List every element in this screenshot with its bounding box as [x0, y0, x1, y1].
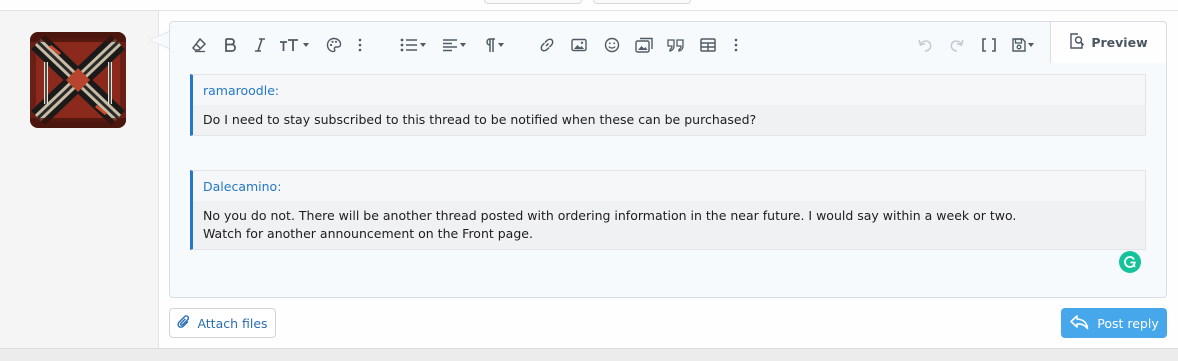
post-reply-label: Post reply — [1097, 315, 1159, 331]
quote-content: No you do not. There will be another thr… — [193, 201, 1145, 249]
bold-icon[interactable] — [220, 34, 240, 56]
drafts-icon[interactable] — [1008, 34, 1038, 56]
bb-code-toggle-icon[interactable] — [978, 34, 1000, 56]
media-icon[interactable] — [633, 34, 655, 56]
post-reply-button[interactable]: Post reply — [1061, 308, 1167, 338]
link-icon[interactable] — [536, 34, 558, 56]
redo-icon[interactable] — [946, 34, 968, 56]
quote-line: No you do not. There will be another thr… — [203, 208, 1017, 223]
table-icon[interactable] — [697, 34, 719, 56]
quote-block: ramaroodle: Do I need to stay subscribed… — [190, 74, 1146, 136]
smilie-icon[interactable] — [601, 34, 623, 56]
quote-line: Do I need to stay subscribed to this thr… — [203, 112, 757, 127]
editor-toolbar: Preview — [170, 21, 1167, 66]
palette-icon[interactable] — [324, 34, 344, 56]
quote-block: Dalecamino: No you do not. There will be… — [190, 170, 1146, 250]
quote-line: Watch for another announcement on the Fr… — [203, 226, 533, 241]
eraser-icon[interactable] — [189, 34, 209, 56]
top-button-right[interactable] — [593, 0, 691, 4]
more-insert-icon[interactable] — [730, 34, 742, 56]
user-column — [0, 10, 159, 348]
quote-author[interactable]: ramaroodle: — [193, 75, 1145, 105]
grammarly-icon[interactable] — [1119, 251, 1141, 273]
italic-icon[interactable] — [250, 34, 270, 56]
message-editor[interactable]: Preview ramaroodle: Do I need to stay su… — [169, 21, 1167, 298]
quote-content: Do I need to stay subscribed to this thr… — [193, 105, 1145, 135]
undo-icon[interactable] — [914, 34, 936, 56]
image-icon[interactable] — [568, 34, 590, 56]
more-text-icon[interactable] — [354, 34, 366, 56]
preview-button[interactable]: Preview — [1050, 21, 1167, 63]
quote-author[interactable]: Dalecamino: — [193, 171, 1145, 201]
avatar[interactable] — [30, 32, 126, 128]
attach-files-label: Attach files — [197, 315, 268, 331]
align-icon[interactable] — [439, 34, 469, 56]
list-icon[interactable] — [398, 34, 428, 56]
attach-files-button[interactable]: Attach files — [169, 308, 276, 338]
paragraph-format-icon[interactable] — [479, 34, 509, 56]
reply-icon — [1069, 314, 1089, 333]
quote-icon[interactable] — [665, 34, 687, 56]
font-size-icon[interactable] — [278, 34, 310, 56]
paperclip-icon — [177, 314, 191, 333]
editor-pointer — [150, 32, 169, 48]
preview-label: Preview — [1091, 35, 1148, 50]
preview-icon — [1069, 33, 1085, 52]
top-button-left[interactable] — [484, 0, 582, 4]
page-footer-strip — [0, 348, 1178, 361]
